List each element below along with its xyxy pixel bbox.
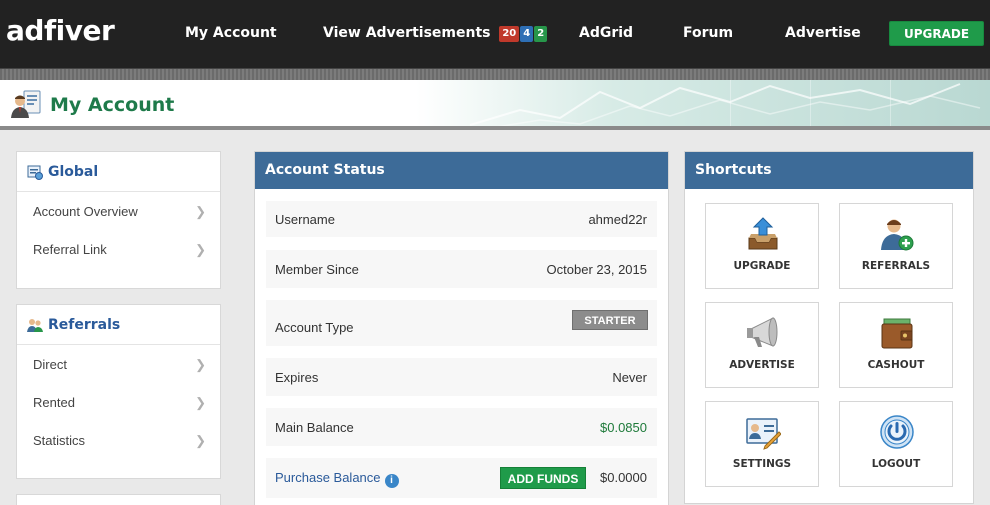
shortcut-label: UPGRADE: [733, 260, 791, 272]
top-navbar: adfiver My Account View Advertisements 2…: [0, 0, 990, 68]
header-divider: [0, 68, 990, 80]
shortcut-referrals[interactable]: REFERRALS: [839, 203, 953, 289]
status-key: Main Balance: [275, 420, 354, 435]
sidebar-item-label: Direct: [33, 357, 67, 372]
sidebar-next-card: [16, 494, 221, 505]
sidebar-item-statistics[interactable]: Statistics ❯: [17, 421, 220, 459]
shortcuts-title: Shortcuts: [685, 152, 973, 189]
add-user-icon: [881, 219, 914, 251]
account-status-panel: Account Status Username ahmed22r Member …: [254, 151, 669, 505]
nav-view-advertisements[interactable]: View Advertisements 20 4 2: [323, 25, 548, 42]
shortcut-label: LOGOUT: [871, 458, 921, 470]
purchase-balance-label[interactable]: Purchase Balance: [275, 470, 381, 485]
sidebar-item-label: Statistics: [33, 433, 86, 448]
expires-value: Never: [612, 370, 647, 385]
sidebar-item-label: Rented: [33, 395, 75, 410]
megaphone-icon: [747, 317, 778, 347]
shortcut-logout[interactable]: LOGOUT: [839, 401, 953, 487]
sidebar-global-card: Global Account Overview ❯ Referral Link …: [16, 151, 221, 289]
chevron-right-icon: ❯: [195, 357, 206, 372]
status-row-main-balance: Main Balance $0.0850: [266, 408, 657, 446]
sidebar-item-referral-link[interactable]: Referral Link ❯: [17, 230, 220, 268]
shortcut-label: SETTINGS: [732, 458, 792, 470]
upload-tray-icon: [748, 217, 778, 250]
sidebar-item-label: Account Overview: [33, 204, 138, 219]
wallet-icon: [881, 318, 913, 349]
nav-my-account[interactable]: My Account: [185, 25, 277, 41]
nav-adgrid[interactable]: AdGrid: [579, 25, 633, 41]
settings-card-icon: [746, 418, 781, 450]
member-since-value: October 23, 2015: [546, 262, 647, 277]
purchase-balance-key: Purchase Balance i: [275, 470, 399, 488]
status-key: Expires: [275, 370, 319, 385]
sidebar-item-rented[interactable]: Rented ❯: [17, 383, 220, 421]
banner-chart-decoration-icon: [469, 80, 981, 126]
ads-count-badge-red: 20: [499, 26, 520, 42]
shortcut-label: ADVERTISE: [729, 359, 795, 371]
ads-count-badge-blue: 4: [520, 26, 534, 42]
status-row-username: Username ahmed22r: [266, 201, 657, 237]
sidebar-referrals-header: Referrals: [17, 305, 220, 345]
status-row-expires: Expires Never: [266, 358, 657, 396]
chevron-right-icon: ❯: [195, 204, 206, 219]
nav-forum[interactable]: Forum: [683, 25, 733, 41]
page-title: My Account: [50, 94, 175, 116]
status-key: Account Type: [275, 320, 354, 335]
add-funds-button[interactable]: ADD FUNDS: [500, 467, 586, 489]
account-user-icon: [11, 90, 41, 118]
sidebar-item-account-overview[interactable]: Account Overview ❯: [17, 192, 220, 230]
status-row-account-type: Account Type STARTER: [266, 300, 657, 346]
nav-advertise[interactable]: Advertise: [785, 25, 861, 41]
account-type-badge: STARTER: [572, 310, 648, 330]
sidebar-referrals-card: Referrals Direct ❯ Rented ❯ Statistics ❯: [16, 304, 221, 479]
shortcut-upgrade[interactable]: UPGRADE: [705, 203, 819, 289]
info-icon[interactable]: i: [384, 474, 399, 488]
username-value: ahmed22r: [588, 212, 647, 227]
status-row-member-since: Member Since October 23, 2015: [266, 250, 657, 288]
account-status-title: Account Status: [255, 152, 668, 189]
sidebar-global-header: Global: [17, 152, 220, 192]
main-balance-value: $0.0850: [600, 420, 647, 435]
status-key: Member Since: [275, 262, 359, 277]
page-banner: My Account: [0, 80, 990, 130]
shortcut-settings[interactable]: SETTINGS: [705, 401, 819, 487]
sidebar-global-title: Global: [48, 164, 99, 180]
status-key: Username: [275, 212, 335, 227]
shortcut-advertise[interactable]: ADVERTISE: [705, 302, 819, 388]
sidebar-item-label: Referral Link: [33, 242, 107, 257]
chevron-right-icon: ❯: [195, 433, 206, 448]
purchase-balance-value: $0.0000: [600, 470, 647, 485]
globe-icon: [27, 165, 43, 180]
sidebar-item-direct[interactable]: Direct ❯: [17, 345, 220, 383]
status-row-purchase-balance: Purchase Balance i ADD FUNDS $0.0000: [266, 458, 657, 498]
shortcut-label: CASHOUT: [867, 359, 925, 371]
shortcut-label: REFERRALS: [861, 260, 931, 272]
ads-count-badge-green: 2: [534, 26, 548, 42]
sidebar-referrals-title: Referrals: [48, 317, 121, 333]
shortcuts-panel: Shortcuts UPGRADE REFERRALS ADVERTISE CA…: [684, 151, 974, 504]
upgrade-button[interactable]: UPGRADE: [889, 21, 984, 46]
site-logo[interactable]: adfiver: [6, 14, 115, 47]
shortcut-cashout[interactable]: CASHOUT: [839, 302, 953, 388]
chevron-right-icon: ❯: [195, 395, 206, 410]
nav-view-advertisements-label: View Advertisements: [323, 25, 491, 41]
power-icon: [880, 415, 914, 449]
users-icon: [27, 319, 43, 332]
chevron-right-icon: ❯: [195, 242, 206, 257]
